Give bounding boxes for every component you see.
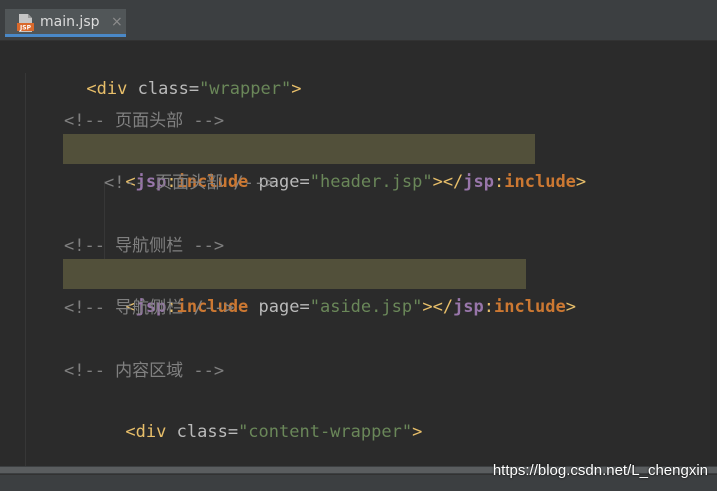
code-comment: <!-- 导航侧栏 /--> [64,298,235,318]
code-line: <jsp:include page="aside.jsp"></jsp:incl… [125,297,576,317]
code-comment: <!-- 内容区域 --> [64,361,225,381]
code-line: <div class="content-wrapper"> [125,422,423,442]
tab-main-jsp[interactable]: JSP main.jsp × [5,9,126,37]
ide-window: JSP main.jsp × <div class="wrapper"> <!-… [0,0,717,491]
code-line: <jsp:include page="header.jsp"></jsp:inc… [125,172,587,192]
tab-label: main.jsp [40,14,100,30]
watermark: https://blog.csdn.net/L_chengxin [492,462,708,479]
editor-tab-bar: JSP main.jsp × [0,0,717,41]
jsp-file-icon: JSP [17,14,34,32]
code-comment: <!-- 页面头部 --> [64,111,225,131]
code-editor[interactable]: <div class="wrapper"> <!-- 页面头部 --> <jsp… [0,41,717,491]
code-comment: <!-- 导航侧栏 --> [64,236,225,256]
close-icon[interactable]: × [111,12,123,32]
code-line: <div class="wrapper"> [86,79,302,99]
code-comment: <!-- 页面头部 /--> [104,173,275,193]
svg-text:JSP: JSP [19,25,32,32]
